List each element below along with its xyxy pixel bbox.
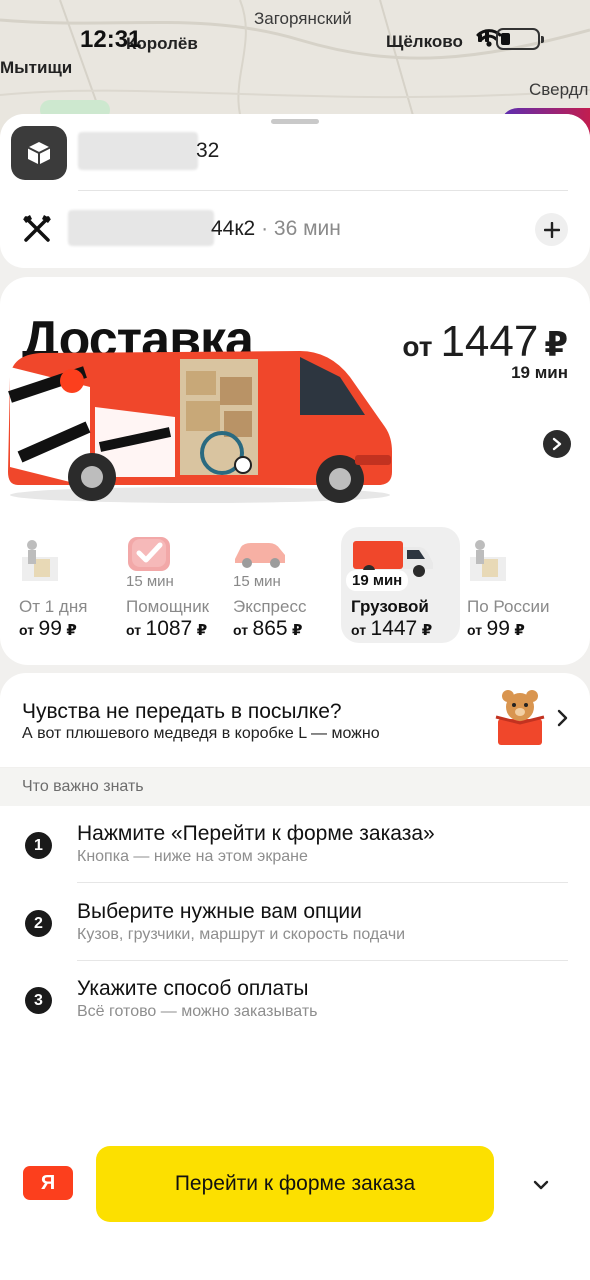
- step-title: Выберите нужные вам опции: [77, 900, 362, 923]
- price-amount: 1447: [440, 317, 539, 366]
- list-item: 3 Укажите способ оплаты Всё готово — мож…: [0, 961, 590, 1038]
- list-item: 2 Выберите нужные вам опции Кузов, грузч…: [0, 884, 590, 961]
- tariff-price-value: 1447: [370, 617, 418, 640]
- parcel-locker-icon: [22, 540, 58, 581]
- step-subtitle: Всё готово — можно заказывать: [77, 1003, 318, 1020]
- map-label-shchelkovo: Щёлково: [386, 32, 463, 51]
- courier-route-icon: [21, 213, 53, 248]
- battery-icon: [496, 28, 544, 50]
- sheet-grabber[interactable]: [271, 119, 319, 124]
- tariff-option[interactable]: 15 мин Помощник от 1087 ₽: [118, 527, 220, 643]
- status-icons: [476, 28, 544, 50]
- tariff-eta: 15 мин: [126, 573, 174, 590]
- address-from[interactable]: 32: [196, 139, 219, 163]
- tariff-price-currency: ₽: [421, 622, 433, 639]
- tariff-option-selected[interactable]: 19 мин Грузовой от 1447 ₽: [341, 527, 460, 643]
- tariff-price-currency: ₽: [196, 622, 208, 639]
- parcel-box-badge: [11, 126, 67, 180]
- step-number-badge: 1: [25, 832, 52, 859]
- tariff-price-value: 99: [486, 617, 510, 640]
- price-currency: ₽: [544, 326, 568, 364]
- status-time: 12:31: [80, 26, 142, 53]
- tariff-price: от 1087 ₽: [126, 617, 207, 641]
- tariff-price: от 99 ₽: [19, 617, 77, 641]
- add-stop-button[interactable]: [535, 213, 568, 246]
- box-icon: [27, 142, 51, 165]
- step-number-badge: 2: [25, 910, 52, 937]
- map-label-sverdl: Свердл: [529, 80, 589, 99]
- step-title: Нажмите «Перейти к форме заказа»: [77, 822, 435, 845]
- info-section-header: Что важно знать: [0, 768, 590, 806]
- delivery-card[interactable]: Доставка от 1447 ₽ 19 мин От 1 дня от 99…: [0, 277, 590, 665]
- tariff-price: от 99 ₽: [467, 617, 525, 641]
- tariff-price-currency: ₽: [292, 622, 303, 639]
- yandex-logo: Я: [23, 1166, 73, 1200]
- tariff-name: Грузовой: [351, 597, 429, 616]
- map-label-zagoryansky: Загорянский: [254, 9, 352, 28]
- tariff-price-prefix: от: [467, 622, 483, 638]
- next-illustration-button[interactable]: [543, 430, 571, 458]
- info-heading: Что важно знать: [22, 778, 144, 795]
- tariff-name: От 1 дня: [19, 597, 88, 616]
- chevron-right-icon: [557, 709, 568, 727]
- tariff-selector: От 1 дня от 99 ₽ 15 мин Помощник от 1087…: [0, 527, 590, 645]
- tariff-price-currency: ₽: [66, 622, 77, 639]
- plus-icon: [543, 221, 560, 238]
- address-from-blurred: [78, 132, 198, 170]
- promo-subtitle: А вот плюшевого медведя в коробке L — мо…: [22, 725, 380, 742]
- tariff-price-value: 1087: [145, 617, 193, 640]
- address-divider: [78, 190, 568, 191]
- tariff-option[interactable]: От 1 дня от 99 ₽: [8, 527, 108, 643]
- tariff-price-value: 99: [38, 617, 62, 640]
- tariff-price-currency: ₽: [514, 622, 525, 639]
- car-icon: [235, 543, 285, 568]
- tariff-option[interactable]: По России от 99 ₽: [466, 527, 584, 643]
- tariff-name: Экспресс: [233, 597, 307, 616]
- tariff-price-prefix: от: [351, 622, 367, 638]
- chevron-down-icon[interactable]: [530, 1174, 552, 1196]
- address-to-text: 44к2: [211, 217, 256, 240]
- teddy-bear-gift-icon: [495, 690, 545, 745]
- tariff-eta: 15 мин: [233, 573, 281, 590]
- map-label-mytishchi: Мытищи: [0, 58, 73, 77]
- cargo-van-illustration: [8, 351, 392, 503]
- address-to-blurred: [68, 210, 214, 246]
- tariff-price-prefix: от: [126, 622, 142, 638]
- address-to[interactable]: 44к2 · 36 мин: [211, 217, 341, 241]
- delivery-eta: 19 мин: [511, 363, 568, 382]
- step-title: Укажите способ оплаты: [77, 977, 309, 1000]
- tariff-price-prefix: от: [19, 622, 35, 638]
- tariff-price-prefix: от: [233, 622, 249, 638]
- tariff-price: от 865 ₽: [233, 617, 302, 641]
- promo-banner[interactable]: Чувства не передать в посылке? А вот плю…: [0, 673, 590, 767]
- price-prefix: от: [402, 331, 433, 362]
- go-to-order-form-button[interactable]: Перейти к форме заказа: [96, 1146, 494, 1222]
- tariff-price-value: 865: [252, 617, 288, 640]
- step-subtitle: Кнопка — ниже на этом экране: [77, 848, 308, 865]
- tariff-option[interactable]: 15 мин Экспресс от 865 ₽: [225, 527, 333, 643]
- chevron-right-icon: [552, 437, 562, 451]
- step-subtitle: Кузов, грузчики, маршрут и скорость пода…: [77, 926, 406, 943]
- step-number-badge: 3: [25, 987, 52, 1014]
- checkbox-icon: [128, 537, 170, 571]
- tariff-price: от 1447 ₽: [351, 617, 432, 641]
- tariff-eta: 19 мин: [346, 570, 409, 591]
- address-to-eta: · 36 мин: [255, 217, 341, 240]
- promo-title: Чувства не передать в посылке?: [22, 700, 342, 723]
- tariff-name: Помощник: [126, 597, 210, 616]
- tariff-name: По России: [467, 597, 550, 616]
- delivery-price: от 1447 ₽: [402, 317, 568, 367]
- parcel-locker-icon: [470, 540, 506, 581]
- step-divider: [77, 882, 568, 883]
- list-item: 1 Нажмите «Перейти к форме заказа» Кнопк…: [0, 806, 590, 883]
